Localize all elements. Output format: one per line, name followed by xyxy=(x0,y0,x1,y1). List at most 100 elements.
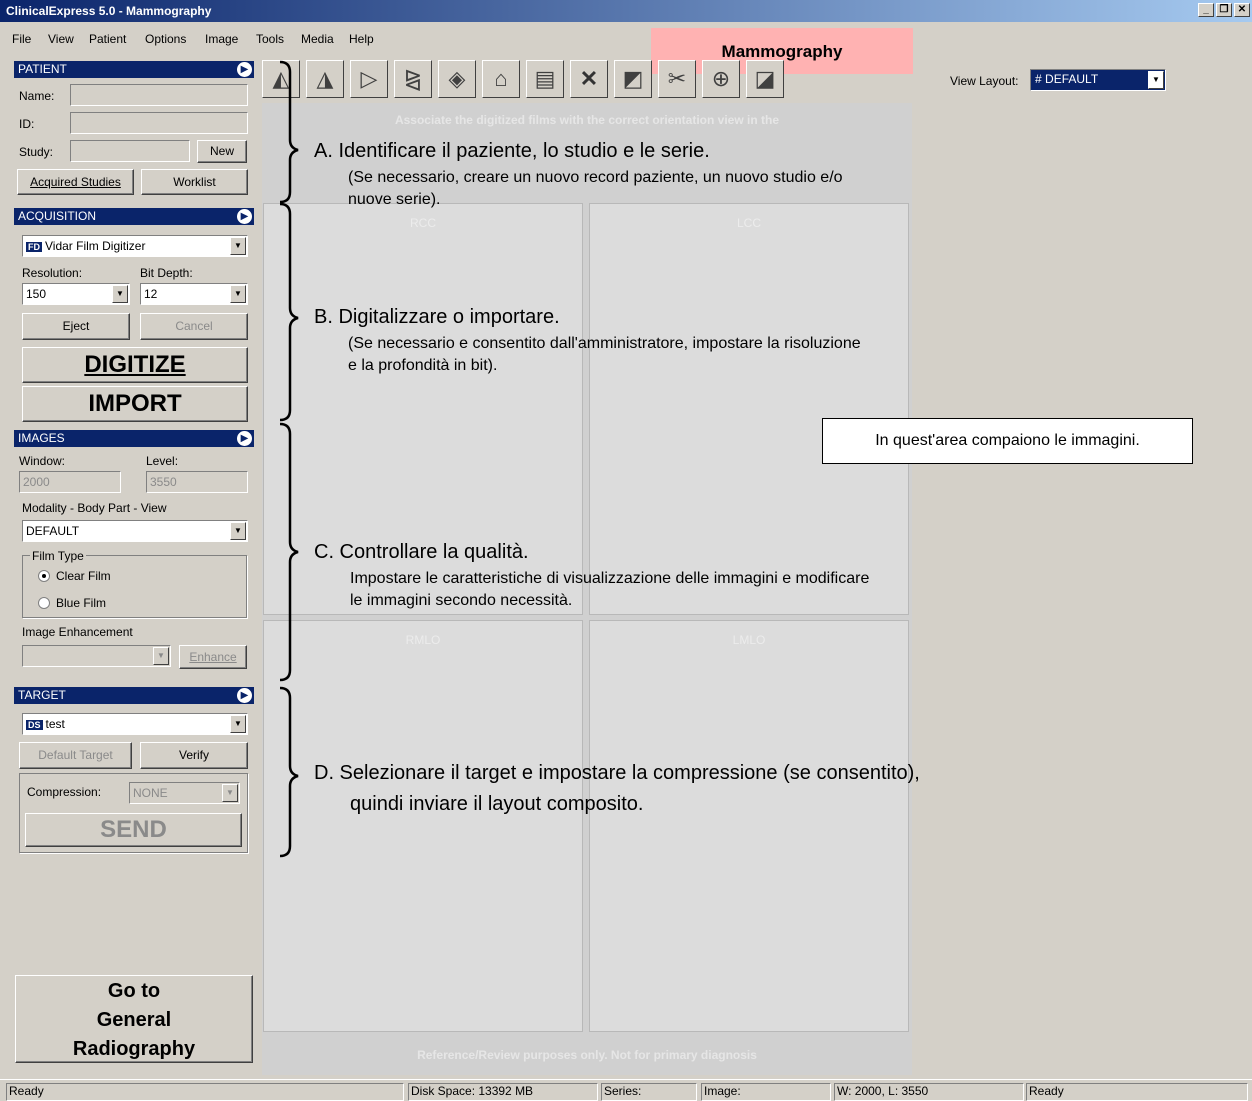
bracket-b xyxy=(279,202,299,422)
enhancement-label: Image Enhancement xyxy=(22,625,133,639)
menu-view[interactable]: View xyxy=(48,32,74,46)
status-series: Series: xyxy=(601,1083,697,1101)
target-value: test xyxy=(45,717,65,731)
clear-film-label: Clear Film xyxy=(56,569,111,583)
collapse-icon[interactable]: ▶ xyxy=(237,209,252,224)
menu-media[interactable]: Media xyxy=(301,32,334,46)
default-target-button[interactable]: Default Target xyxy=(19,742,132,769)
modality-select[interactable]: DEFAULT ▼ xyxy=(22,520,248,542)
target-badge: DS xyxy=(26,720,43,730)
new-button[interactable]: New xyxy=(197,140,247,163)
menu-tools[interactable]: Tools xyxy=(256,32,284,46)
id-field[interactable] xyxy=(70,112,248,134)
chevron-down-icon[interactable]: ▼ xyxy=(230,237,246,255)
fit-icon[interactable]: ◈ xyxy=(438,60,476,98)
cancel-button[interactable]: Cancel xyxy=(140,313,248,340)
annotation-c-title: C. Controllare la qualità. xyxy=(314,541,529,563)
target-select[interactable]: DS test ▼ xyxy=(22,713,248,735)
bitdepth-select[interactable]: 12 ▼ xyxy=(140,283,248,305)
collapse-icon[interactable]: ▶ xyxy=(237,431,252,446)
view-label: LMLO xyxy=(732,633,766,647)
grid-icon: # xyxy=(1035,72,1042,86)
acquired-studies-button[interactable]: Acquired Studies xyxy=(17,169,134,195)
eject-button[interactable]: Eject xyxy=(22,313,130,340)
paint-left-icon[interactable]: ◩ xyxy=(614,60,652,98)
goto-general-radiography-button[interactable]: Go to General Radiography xyxy=(15,975,253,1063)
delete-icon[interactable]: ✕ xyxy=(570,60,608,98)
modality-label: Modality - Body Part - View xyxy=(22,501,167,515)
resolution-select[interactable]: 150 ▼ xyxy=(22,283,130,305)
window-label: Window: xyxy=(19,454,66,468)
flip-horizontal-icon[interactable]: ⧎ xyxy=(394,60,432,98)
chevron-down-icon[interactable]: ▼ xyxy=(230,522,246,540)
layers-icon[interactable]: ◪ xyxy=(746,60,784,98)
view-layout-value: DEFAULT xyxy=(1045,72,1099,86)
view-cell-lcc[interactable]: LCC xyxy=(589,203,909,615)
zoom-icon[interactable]: ⊕ xyxy=(702,60,740,98)
tools-icon[interactable]: ✂ xyxy=(658,60,696,98)
goto-line3: Radiography xyxy=(72,1038,196,1060)
device-value: Vidar Film Digitizer xyxy=(45,239,146,253)
annotation-c-sub1: Impostare le caratteristiche di visualiz… xyxy=(350,570,870,587)
clear-film-radio[interactable]: Clear Film xyxy=(38,569,111,583)
digitize-button[interactable]: DIGITIZE xyxy=(22,347,248,383)
name-field[interactable] xyxy=(70,84,248,106)
bracket-d xyxy=(279,686,299,858)
title-bar: ClinicalExpress 5.0 - Mammography _ ❐ ✕ xyxy=(0,0,1252,22)
window-controls: _ ❐ ✕ xyxy=(1198,3,1250,17)
restore-icon[interactable]: ❐ xyxy=(1216,3,1232,17)
rotate-right-icon[interactable]: ◮ xyxy=(306,60,344,98)
menu-options[interactable]: Options xyxy=(145,32,186,46)
study-field[interactable] xyxy=(70,140,190,162)
view-cell-lmlo[interactable]: LMLO xyxy=(589,620,909,1032)
goto-line1: Go to xyxy=(107,980,161,1002)
window-value: 2000 xyxy=(23,475,50,489)
reference-disclaimer: Reference/Review purposes only. Not for … xyxy=(417,1048,757,1062)
home-icon[interactable]: ⌂ xyxy=(482,60,520,98)
view-cell-rmlo[interactable]: RMLO xyxy=(263,620,583,1032)
menu-help[interactable]: Help xyxy=(349,32,374,46)
chevron-down-icon[interactable]: ▼ xyxy=(112,285,128,303)
chevron-down-icon[interactable]: ▼ xyxy=(230,715,246,733)
annotation-b-title: B. Digitalizzare o importare. xyxy=(314,306,560,328)
compression-select[interactable]: NONE ▼ xyxy=(129,782,240,804)
annotation-a-sub2: nuove serie). xyxy=(348,191,441,208)
send-button[interactable]: SEND xyxy=(25,813,242,847)
menu-image[interactable]: Image xyxy=(205,32,238,46)
view-layout-label: View Layout: xyxy=(950,74,1019,88)
verify-button[interactable]: Verify xyxy=(140,742,248,769)
chevron-down-icon[interactable]: ▼ xyxy=(222,784,238,802)
annotation-a-sub1: (Se necessario, creare un nuovo record p… xyxy=(348,169,843,186)
minimize-icon[interactable]: _ xyxy=(1198,3,1214,17)
import-button[interactable]: IMPORT xyxy=(22,386,248,422)
close-icon[interactable]: ✕ xyxy=(1234,3,1250,17)
level-field[interactable]: 3550 xyxy=(146,471,248,493)
view-layout-select[interactable]: # DEFAULT ▼ xyxy=(1030,69,1166,91)
collapse-icon[interactable]: ▶ xyxy=(237,62,252,77)
window-field[interactable]: 2000 xyxy=(19,471,121,493)
annotation-d-title1: D. Selezionare il target e impostare la … xyxy=(314,762,920,784)
play-icon[interactable]: ▷ xyxy=(350,60,388,98)
annotation-b-sub2: e la profondità in bit). xyxy=(348,357,498,374)
chevron-down-icon[interactable]: ▼ xyxy=(153,647,169,665)
status-disk: Disk Space: 13392 MB xyxy=(408,1083,598,1101)
view-label: RMLO xyxy=(405,633,441,647)
level-label: Level: xyxy=(146,454,179,468)
status-image: Image: xyxy=(701,1083,831,1101)
chevron-down-icon[interactable]: ▼ xyxy=(1148,71,1164,89)
document-icon[interactable]: ▤ xyxy=(526,60,564,98)
menu-patient[interactable]: Patient xyxy=(89,32,126,46)
collapse-icon[interactable]: ▶ xyxy=(237,688,252,703)
worklist-button[interactable]: Worklist xyxy=(141,169,248,195)
enhance-button[interactable]: Enhance xyxy=(179,645,247,669)
device-select[interactable]: FD Vidar Film Digitizer ▼ xyxy=(22,235,248,257)
blue-film-radio[interactable]: Blue Film xyxy=(38,596,106,610)
chevron-down-icon[interactable]: ▼ xyxy=(230,285,246,303)
acquisition-header-label: ACQUISITION xyxy=(18,209,97,223)
device-badge: FD xyxy=(26,242,42,252)
menu-file[interactable]: File xyxy=(12,32,31,46)
view-label: LCC xyxy=(736,216,761,230)
enhancement-select[interactable]: ▼ xyxy=(22,645,171,667)
compression-value: NONE xyxy=(133,786,168,800)
annotation-c-sub2: le immagini secondo necessità. xyxy=(350,592,573,609)
